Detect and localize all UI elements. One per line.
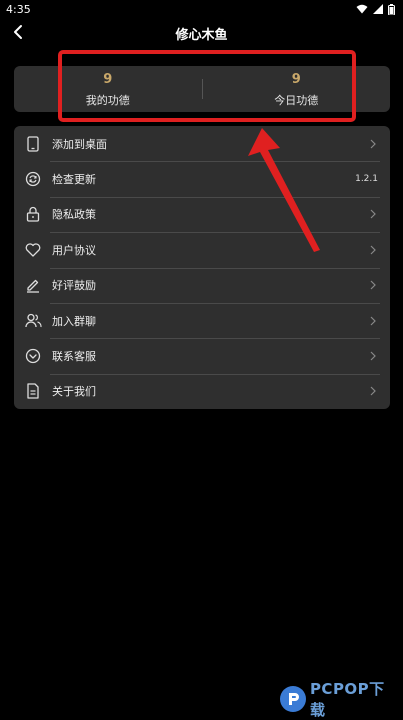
menu-item-user-agreement[interactable]: 用户协议 [14, 232, 390, 267]
menu-item-privacy-policy[interactable]: 隐私政策 [14, 196, 390, 232]
app-screen: 4:35 修心木鱼 9 我的功德 9 今日功德 添加到桌面 检查更新 1.2.1… [0, 0, 403, 720]
watermark-text: PCPOP下载 [309, 680, 385, 719]
menu-item-join-group[interactable]: 加入群聊 [14, 302, 390, 338]
annotation-highlight-box [58, 50, 356, 122]
app-version: 1.2.1 [355, 174, 378, 185]
menu-item-label: 隐私政策 [52, 208, 96, 222]
watermark-logo-icon [280, 686, 306, 712]
menu-item-label: 添加到桌面 [52, 137, 107, 151]
menu-item-customer-service[interactable]: 联系客服 [14, 338, 390, 373]
menu-item-label: 联系客服 [52, 350, 96, 364]
app-bar: 修心木鱼 [0, 18, 403, 50]
battery-icon [388, 3, 395, 15]
document-icon [24, 382, 42, 400]
group-icon [24, 312, 42, 330]
service-icon [24, 347, 42, 365]
chevron-right-icon [368, 245, 378, 255]
menu-item-rate-app[interactable]: 好评鼓励 [14, 267, 390, 303]
refresh-icon [24, 170, 42, 188]
menu-item-label: 检查更新 [52, 173, 96, 187]
phone-icon [24, 135, 42, 153]
heart-icon [24, 241, 42, 259]
menu-item-label: 加入群聊 [52, 314, 96, 328]
chevron-right-icon [368, 316, 378, 326]
settings-menu: 添加到桌面 检查更新 1.2.1 隐私政策 用户协议 好评鼓励 加入群聊 联系客… [14, 126, 390, 409]
menu-item-label: 用户协议 [52, 243, 96, 257]
status-bar: 4:35 [0, 0, 403, 18]
watermark: PCPOP下载 [280, 680, 400, 719]
menu-item-label: 关于我们 [52, 385, 96, 399]
menu-item-about-us[interactable]: 关于我们 [14, 373, 390, 409]
chevron-right-icon [368, 209, 378, 219]
signal-icon [373, 4, 383, 14]
pencil-icon [24, 276, 42, 294]
menu-item-add-to-desktop[interactable]: 添加到桌面 [14, 126, 390, 161]
page-title: 修心木鱼 [175, 28, 228, 43]
status-icons [356, 3, 395, 15]
menu-item-check-update[interactable]: 检查更新 1.2.1 [14, 161, 390, 196]
wifi-icon [356, 4, 368, 14]
chevron-right-icon [368, 139, 378, 149]
menu-item-label: 好评鼓励 [52, 279, 96, 293]
lock-icon [24, 205, 42, 223]
chevron-right-icon [368, 351, 378, 361]
chevron-right-icon [368, 386, 378, 396]
chevron-right-icon [368, 280, 378, 290]
status-time: 4:35 [6, 2, 31, 16]
